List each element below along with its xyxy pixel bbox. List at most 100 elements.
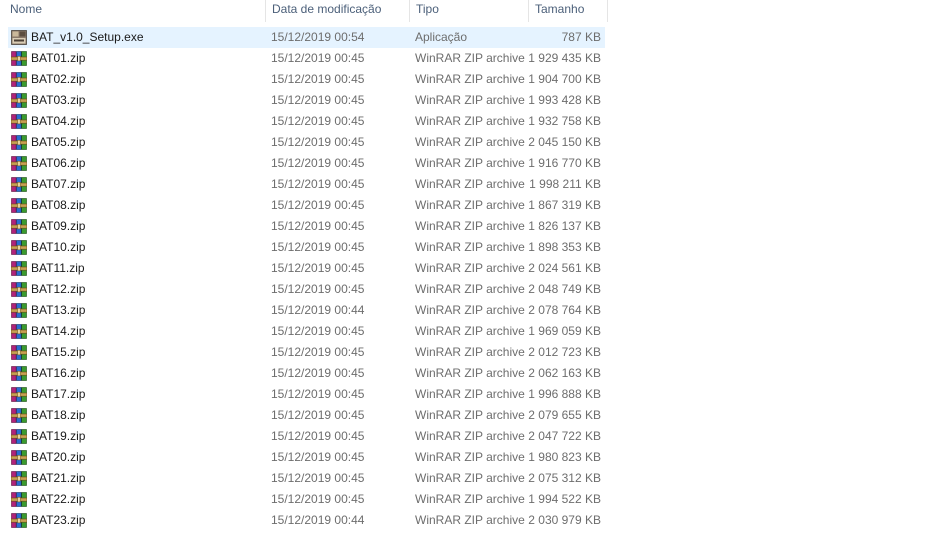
file-size: 1 998 211 KB [529, 177, 601, 191]
file-type: WinRAR ZIP archive [415, 429, 525, 443]
file-row[interactable]: BAT09.zip 15/12/2019 00:45 WinRAR ZIP arch… [8, 216, 605, 237]
winrar-zip-icon [10, 429, 28, 444]
file-type: WinRAR ZIP archive [415, 261, 525, 275]
file-row[interactable]: BAT17.zip 15/12/2019 00:45 WinRAR ZIP arch… [8, 384, 605, 405]
file-row[interactable]: BAT23.zip 15/12/2019 00:44 WinRAR ZIP arch… [8, 510, 605, 531]
file-name: BAT14.zip [31, 324, 86, 338]
file-date-modified: 15/12/2019 00:45 [271, 51, 365, 65]
file-row[interactable]: BAT10.zip 15/12/2019 00:45 WinRAR ZIP arch… [8, 237, 605, 258]
file-row[interactable]: BAT07.zip 15/12/2019 00:45 WinRAR ZIP arch… [8, 174, 605, 195]
file-size: 2 062 163 KB [528, 366, 601, 380]
file-row[interactable]: BAT13.zip 15/12/2019 00:44 WinRAR ZIP arch… [8, 300, 605, 321]
file-type: WinRAR ZIP archive [415, 387, 525, 401]
file-size: 2 048 749 KB [528, 282, 601, 296]
file-row[interactable]: BAT05.zip 15/12/2019 00:45 WinRAR ZIP arch… [8, 132, 605, 153]
winrar-zip-icon [10, 345, 28, 360]
winrar-zip-icon [10, 114, 28, 129]
file-date-modified: 15/12/2019 00:44 [271, 303, 365, 317]
file-row[interactable]: BAT06.zip 15/12/2019 00:45 WinRAR ZIP arch… [8, 153, 605, 174]
file-size: 1 993 428 KB [528, 93, 601, 107]
file-type: WinRAR ZIP archive [415, 177, 525, 191]
file-size: 1 980 823 KB [528, 450, 601, 464]
winrar-zip-icon [10, 51, 28, 66]
file-size: 2 079 655 KB [528, 408, 601, 422]
file-row[interactable]: BAT14.zip 15/12/2019 00:45 WinRAR ZIP arch… [8, 321, 605, 342]
file-name: BAT12.zip [31, 282, 86, 296]
file-name: BAT18.zip [31, 408, 86, 422]
file-size: 787 KB [561, 30, 601, 44]
file-size: 1 929 435 KB [528, 51, 601, 65]
file-row[interactable]: BAT18.zip 15/12/2019 00:45 WinRAR ZIP arch… [8, 405, 605, 426]
file-name: BAT17.zip [31, 387, 86, 401]
file-row[interactable]: BAT08.zip 15/12/2019 00:45 WinRAR ZIP arch… [8, 195, 605, 216]
file-date-modified: 15/12/2019 00:45 [271, 198, 365, 212]
file-row[interactable]: BAT11.zip 15/12/2019 00:45 WinRAR ZIP arch… [8, 258, 605, 279]
file-name: BAT05.zip [31, 135, 86, 149]
file-name: BAT13.zip [31, 303, 86, 317]
file-type: WinRAR ZIP archive [415, 156, 525, 170]
file-name: BAT01.zip [31, 51, 86, 65]
winrar-zip-icon [10, 324, 28, 339]
file-name: BAT11.zip [31, 261, 85, 275]
file-type: WinRAR ZIP archive [415, 366, 525, 380]
file-size: 2 030 979 KB [528, 513, 601, 527]
file-type: WinRAR ZIP archive [415, 324, 525, 338]
file-size: 2 012 723 KB [528, 345, 601, 359]
file-size: 1 994 522 KB [528, 492, 601, 506]
file-row[interactable]: BAT15.zip 15/12/2019 00:45 WinRAR ZIP arch… [8, 342, 605, 363]
file-row[interactable]: BAT04.zip 15/12/2019 00:45 WinRAR ZIP arch… [8, 111, 605, 132]
file-row[interactable]: BAT03.zip 15/12/2019 00:45 WinRAR ZIP arch… [8, 90, 605, 111]
file-list: BAT_v1.0_Setup.exe 15/12/2019 00:54 Aplica… [8, 27, 605, 531]
file-name: BAT04.zip [31, 114, 86, 128]
file-date-modified: 15/12/2019 00:45 [271, 114, 365, 128]
file-row[interactable]: BAT19.zip 15/12/2019 00:45 WinRAR ZIP arch… [8, 426, 605, 447]
file-type: WinRAR ZIP archive [415, 135, 525, 149]
winrar-zip-icon [10, 93, 28, 108]
file-size: 1 996 888 KB [528, 387, 601, 401]
file-row[interactable]: BAT21.zip 15/12/2019 00:45 WinRAR ZIP arch… [8, 468, 605, 489]
winrar-zip-icon [10, 366, 28, 381]
column-header-name[interactable]: Nome [4, 0, 264, 22]
file-row[interactable]: BAT16.zip 15/12/2019 00:45 WinRAR ZIP arch… [8, 363, 605, 384]
file-name: BAT16.zip [31, 366, 86, 380]
file-type: WinRAR ZIP archive [415, 345, 525, 359]
file-row[interactable]: BAT22.zip 15/12/2019 00:45 WinRAR ZIP arch… [8, 489, 605, 510]
file-row[interactable]: BAT_v1.0_Setup.exe 15/12/2019 00:54 Aplica… [8, 27, 605, 48]
file-name: BAT15.zip [31, 345, 86, 359]
file-size: 2 047 722 KB [528, 429, 601, 443]
file-size: 1 904 700 KB [528, 72, 601, 86]
column-header-date-modified[interactable]: Data de modificação [265, 0, 409, 22]
file-type: WinRAR ZIP archive [415, 513, 525, 527]
file-date-modified: 15/12/2019 00:45 [271, 429, 365, 443]
file-row[interactable]: BAT12.zip 15/12/2019 00:45 WinRAR ZIP arch… [8, 279, 605, 300]
column-header-bar: Nome Data de modificação Tipo Tamanho [0, 0, 608, 22]
winrar-zip-icon [10, 261, 28, 276]
file-size: 2 078 764 KB [528, 303, 601, 317]
file-name: BAT07.zip [31, 177, 86, 191]
winrar-zip-icon [10, 156, 28, 171]
file-name: BAT23.zip [31, 513, 86, 527]
file-type: WinRAR ZIP archive [415, 492, 525, 506]
column-header-type[interactable]: Tipo [409, 0, 528, 22]
file-date-modified: 15/12/2019 00:45 [271, 387, 365, 401]
file-size: 1 969 059 KB [528, 324, 601, 338]
file-type: Aplicação [415, 30, 468, 44]
file-size: 1 898 353 KB [528, 240, 601, 254]
file-type: WinRAR ZIP archive [415, 303, 525, 317]
winrar-zip-icon [10, 240, 28, 255]
file-name: BAT10.zip [31, 240, 86, 254]
winrar-zip-icon [10, 492, 28, 507]
file-type: WinRAR ZIP archive [415, 450, 525, 464]
file-date-modified: 15/12/2019 00:45 [271, 135, 365, 149]
column-header-size[interactable]: Tamanho [528, 0, 608, 22]
file-row[interactable]: BAT02.zip 15/12/2019 00:45 WinRAR ZIP arch… [8, 69, 605, 90]
file-date-modified: 15/12/2019 00:45 [271, 177, 365, 191]
winrar-zip-icon [10, 387, 28, 402]
file-date-modified: 15/12/2019 00:45 [271, 282, 365, 296]
file-type: WinRAR ZIP archive [415, 198, 525, 212]
file-date-modified: 15/12/2019 00:45 [271, 72, 365, 86]
file-type: WinRAR ZIP archive [415, 408, 525, 422]
file-row[interactable]: BAT20.zip 15/12/2019 00:45 WinRAR ZIP arch… [8, 447, 605, 468]
file-row[interactable]: BAT01.zip 15/12/2019 00:45 WinRAR ZIP arch… [8, 48, 605, 69]
file-type: WinRAR ZIP archive [415, 282, 525, 296]
